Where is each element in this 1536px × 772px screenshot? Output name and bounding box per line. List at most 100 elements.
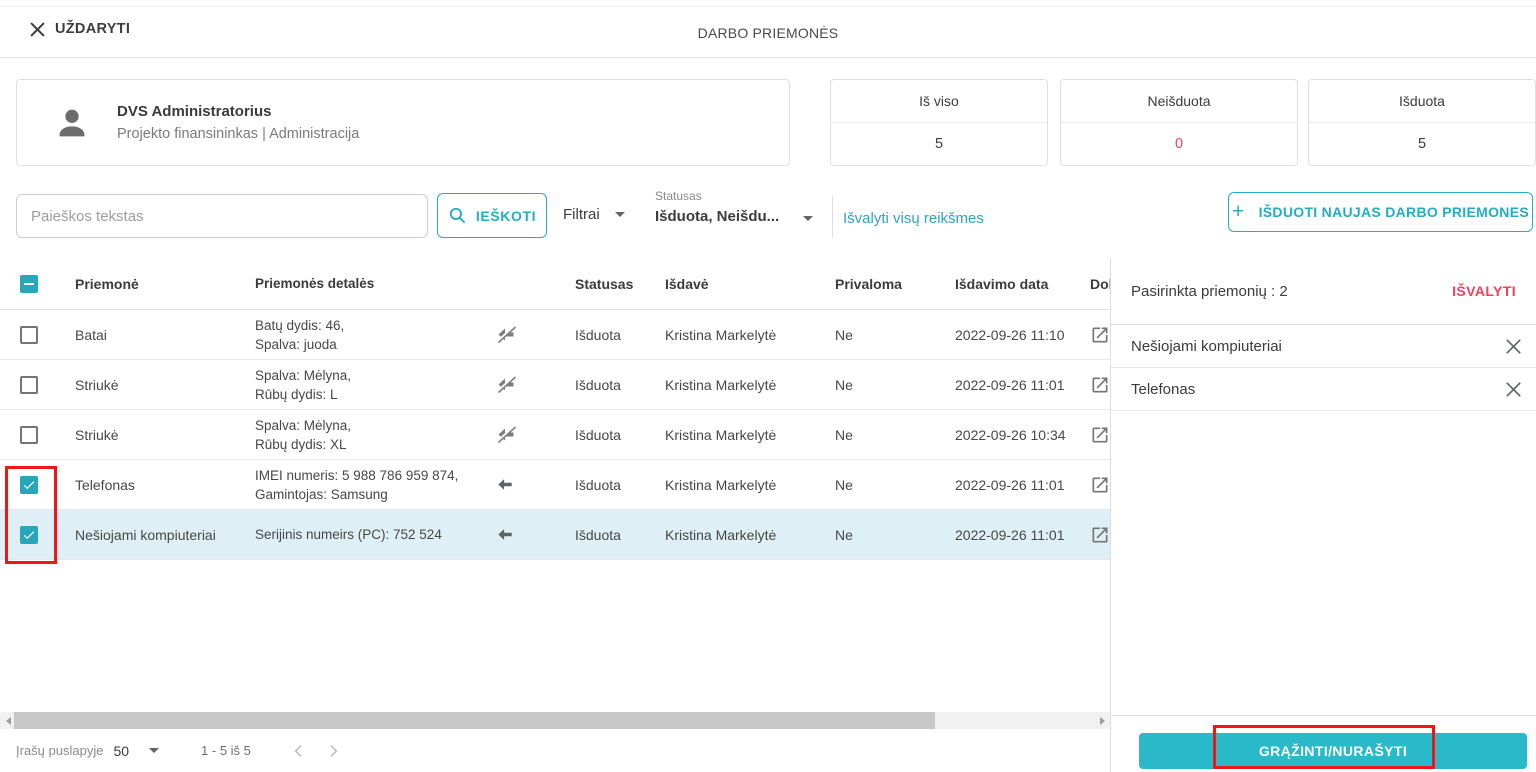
triangle-right-icon (1099, 716, 1105, 725)
col-isdave[interactable]: Išdavė (650, 276, 820, 292)
return-arrow-off-icon (495, 325, 517, 344)
open-document-icon[interactable] (1090, 425, 1110, 445)
open-document-icon[interactable] (1090, 325, 1110, 345)
row-mandatory: Ne (835, 326, 853, 343)
row-issuer: Kristina Markelytė (665, 376, 777, 393)
remove-item-button[interactable] (1505, 381, 1522, 398)
row-detail-line2: Rūbų dydis: XL (255, 436, 347, 452)
row-checkbox[interactable] (20, 475, 38, 494)
row-status: Išduota (575, 326, 621, 343)
table-row[interactable]: Striukė Spalva: Mėlyna, Rūbų dydis: L Iš… (0, 360, 1110, 410)
row-detail-line1: Spalva: Mėlyna, (255, 367, 352, 383)
page-range-label: 1 - 5 iš 5 (201, 743, 251, 758)
col-statusas[interactable]: Statusas (560, 276, 650, 292)
col-priemones-detales[interactable]: Priemonės detalės (240, 274, 485, 293)
horizontal-scrollbar[interactable] (0, 712, 1110, 729)
row-checkbox[interactable] (20, 425, 38, 444)
row-mandatory: Ne (835, 476, 853, 493)
person-icon (59, 109, 85, 136)
remove-item-button[interactable] (1505, 338, 1522, 355)
previous-page-button[interactable] (291, 743, 307, 759)
triangle-left-icon (5, 716, 11, 725)
user-name: DVS Administratorius (117, 103, 272, 120)
scrollbar-thumb[interactable] (14, 712, 935, 729)
search-input[interactable] (16, 194, 428, 238)
open-document-icon[interactable] (1090, 475, 1110, 495)
row-issuer: Kristina Markelytė (665, 526, 777, 543)
stat-card-issued: Išduota 5 (1308, 79, 1536, 166)
search-button[interactable]: IEŠKOTI (437, 193, 547, 238)
row-issue-date: 2022-09-26 11:01 (955, 476, 1065, 493)
issue-new-tools-button[interactable]: + IŠDUOTI NAUJAS DARBO PRIEMONES (1228, 192, 1533, 232)
table-header-row: Priemonė Priemonės detalės Statusas Išda… (0, 258, 1110, 310)
next-page-button[interactable] (325, 743, 341, 759)
row-mandatory: Ne (835, 426, 853, 443)
return-arrow-off-icon (495, 375, 517, 394)
open-document-icon[interactable] (1090, 375, 1110, 395)
row-detail-line1: IMEI numeris: 5 988 786 959 874, (255, 467, 459, 483)
status-select-label: Statusas (655, 189, 702, 203)
col-priemone[interactable]: Priemonė (60, 276, 240, 292)
row-issuer: Kristina Markelytė (665, 426, 777, 443)
table-row[interactable]: Nešiojami kompiuteriai Serijinis numeirs… (0, 510, 1110, 560)
close-button[interactable]: UŽDARYTI (30, 21, 130, 37)
user-role: Projekto finansininkas | Administracija (117, 126, 360, 142)
stat-value: 0 (1174, 136, 1184, 152)
row-checkbox[interactable] (20, 325, 38, 344)
stat-label: Neišduota (1061, 80, 1297, 123)
row-detail-line1: Serijinis numeirs (PC): 752 524 (255, 527, 442, 542)
status-select[interactable]: Statusas Išduota, Neišdu... (655, 189, 813, 225)
clear-all-filters-link[interactable]: Išvalyti visų reikšmes (843, 210, 984, 227)
table-row[interactable]: Telefonas IMEI numeris: 5 988 786 959 87… (0, 460, 1110, 510)
stat-value: 5 (1417, 136, 1427, 152)
search-button-label: IEŠKOTI (475, 207, 537, 224)
row-issuer: Kristina Markelytė (665, 476, 777, 493)
return-arrow-icon (498, 529, 512, 540)
selection-panel: Pasirinkta priemonių : 2 IŠVALYTI Nešioj… (1110, 258, 1536, 772)
close-icon (1506, 381, 1521, 397)
row-status: Išduota (575, 376, 621, 393)
open-document-icon[interactable] (1090, 525, 1110, 545)
row-detail-line2: Gamintojas: Samsung (255, 486, 388, 502)
row-priemone: Telefonas (75, 476, 135, 493)
check-icon (23, 530, 35, 539)
row-detail-line2: Rūbų dydis: L (255, 386, 338, 402)
row-mandatory: Ne (835, 376, 853, 393)
rows-per-page-select[interactable]: 50 (113, 742, 160, 759)
table-row[interactable]: Batai Batų dydis: 46, Spalva: juoda Išdu… (0, 310, 1110, 360)
topbar: UŽDARYTI DARBO PRIEMONĖS (0, 7, 1536, 58)
stat-card-total: Iš viso 5 (830, 79, 1048, 166)
rows-per-page-value: 50 (113, 742, 130, 759)
selected-item: Telefonas (1111, 368, 1536, 411)
row-status: Išduota (575, 526, 621, 543)
issue-new-tools-label: IŠDUOTI NAUJAS DARBO PRIEMONES (1258, 204, 1529, 220)
row-checkbox[interactable] (20, 525, 38, 544)
select-all-checkbox[interactable] (20, 274, 38, 293)
row-status: Išduota (575, 426, 621, 443)
row-issue-date: 2022-09-26 11:01 (955, 376, 1065, 393)
row-priemone: Striukė (75, 376, 119, 393)
return-writeoff-button[interactable]: GRĄŽINTI/NURAŠYTI (1139, 733, 1527, 769)
stat-value: 5 (934, 136, 944, 152)
col-isdavimo-data[interactable]: Išdavimo data (940, 276, 1075, 292)
toolbar-divider (832, 196, 833, 238)
scroll-right-button[interactable] (1094, 712, 1110, 729)
selected-count-label: Pasirinkta priemonių : 2 (1131, 282, 1288, 300)
row-status: Išduota (575, 476, 621, 493)
page-title: DARBO PRIEMONĖS (697, 25, 839, 41)
filters-label: Filtrai (563, 206, 600, 223)
user-card: DVS Administratorius Projekto finansinin… (16, 79, 790, 166)
table-row[interactable]: Striukė Spalva: Mėlyna, Rūbų dydis: XL I… (0, 410, 1110, 460)
clear-selection-button[interactable]: IŠVALYTI (1452, 283, 1516, 299)
row-detail-line2: Spalva: juoda (255, 336, 337, 352)
chevron-left-icon (294, 744, 302, 757)
selected-item-label: Telefonas (1131, 380, 1196, 398)
row-mandatory: Ne (835, 526, 853, 543)
avatar (49, 99, 95, 146)
col-dokumentai[interactable]: Dokumentai (1075, 276, 1110, 292)
close-button-label: UŽDARYTI (55, 21, 131, 37)
row-checkbox[interactable] (20, 375, 38, 394)
row-issue-date: 2022-09-26 11:10 (955, 326, 1065, 343)
col-privaloma[interactable]: Privaloma (820, 276, 940, 292)
filters-dropdown[interactable]: Filtrai (563, 206, 625, 223)
